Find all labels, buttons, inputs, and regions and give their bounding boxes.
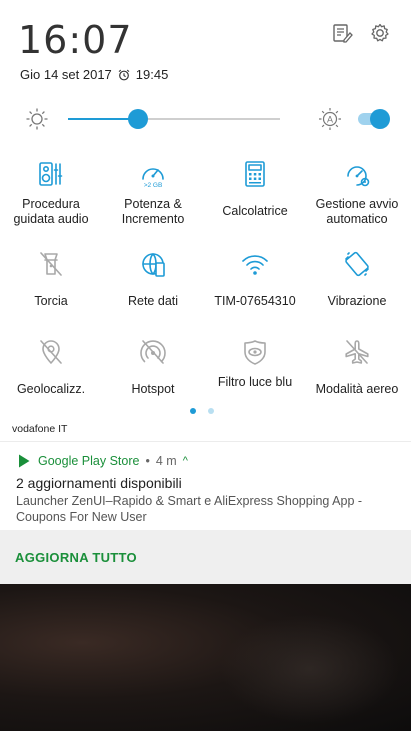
date-text[interactable]: Gio 14 set 2017 — [20, 67, 112, 82]
page-dot[interactable] — [190, 408, 196, 414]
audio-wizard-icon — [37, 160, 65, 188]
notification-header: Google Play Store • 4 m ^ — [16, 453, 188, 469]
tile-hotspot-off[interactable]: Hotspot — [102, 328, 204, 408]
tile-location-off[interactable]: Geolocalizz. — [0, 328, 102, 408]
expand-chevron-icon[interactable]: ^ — [183, 455, 188, 467]
page-indicator — [0, 406, 411, 416]
tile-wifi[interactable]: TIM-07654310 — [204, 240, 306, 320]
alarm-clock-icon — [118, 69, 130, 81]
notification-card[interactable]: Google Play Store • 4 m ^ 2 aggiornament… — [0, 441, 411, 529]
date-row: Gio 14 set 2017 19:45 — [20, 67, 168, 82]
tile-label: Geolocalizz. — [16, 382, 86, 396]
speedometer-boost-icon: >2 GB — [139, 160, 167, 188]
tile-mobile-data-globe[interactable]: Rete dati — [102, 240, 204, 320]
svg-text:A: A — [327, 115, 333, 125]
tile-flashlight-off[interactable]: Torcia — [0, 240, 102, 320]
carrier-label: vodafone IT — [12, 423, 68, 435]
tile-audio-wizard[interactable]: Procedura guidata audio — [0, 150, 102, 230]
tile-label: Hotspot — [131, 382, 175, 396]
notification-separator: • — [145, 454, 150, 468]
auto-brightness-toggle[interactable] — [356, 109, 390, 129]
tile-label: Rete dati — [127, 294, 179, 308]
tile-label: Modalità aereo — [315, 382, 399, 396]
tile-label: Procedura guidata audio — [13, 197, 89, 226]
tile-blue-light-filter[interactable]: Filtro luce blu — [204, 328, 306, 408]
vibrate-icon — [343, 250, 371, 278]
alarm-time[interactable]: 19:45 — [136, 67, 169, 82]
tile-vibrate[interactable]: Vibrazione — [306, 240, 408, 320]
tile-autostart-manager[interactable]: Gestione avvio automatico — [306, 150, 408, 230]
page-dot[interactable] — [208, 408, 214, 414]
flashlight-off-icon — [37, 250, 65, 278]
mobile-data-globe-icon — [139, 250, 167, 278]
tile-calculator[interactable]: Calcolatrice — [204, 150, 306, 230]
notification-app-name: Google Play Store — [38, 454, 140, 468]
tile-label: Calcolatrice — [222, 204, 288, 218]
tile-label: Torcia — [34, 294, 68, 308]
hotspot-off-icon — [139, 338, 167, 366]
notification-title: 2 aggiornamenti disponibili — [16, 475, 182, 491]
autostart-manager-icon — [343, 160, 371, 188]
calculator-icon — [241, 160, 269, 188]
blue-light-filter-icon — [241, 338, 269, 366]
clock[interactable]: 16:07 — [18, 18, 133, 62]
wallpaper-glow — [220, 614, 400, 724]
toggle-thumb — [370, 109, 390, 129]
svg-text:>2 GB: >2 GB — [144, 182, 163, 188]
notification-time: 4 m — [155, 454, 177, 468]
tile-label: Vibrazione — [327, 294, 387, 308]
location-off-icon — [37, 338, 65, 366]
status-header: 16:07 Gio 14 set 2017 19:45 — [0, 0, 411, 95]
tile-label: Gestione avvio automatico — [315, 197, 399, 226]
edit-notes-icon[interactable] — [331, 22, 353, 44]
airplane-mode-icon — [343, 338, 371, 366]
wifi-icon — [241, 250, 269, 278]
tile-label: Potenza & Incremento — [121, 197, 185, 226]
settings-gear-icon[interactable] — [369, 22, 391, 44]
notification-actions: AGGIORNA TUTTO — [0, 530, 411, 584]
tile-speedometer-boost[interactable]: >2 GB Potenza & Incremento — [102, 150, 204, 230]
tile-label: TIM-07654310 — [214, 294, 296, 308]
brightness-slider[interactable] — [68, 109, 280, 129]
brightness-sun-icon — [25, 107, 49, 131]
auto-brightness-icon[interactable]: A — [318, 107, 342, 131]
brightness-row: A — [0, 100, 411, 138]
wallpaper-backdrop — [0, 584, 411, 731]
tile-label: Filtro luce blu — [217, 375, 293, 389]
update-all-button[interactable]: AGGIORNA TUTTO — [15, 550, 137, 565]
brightness-slider-thumb[interactable] — [127, 109, 148, 129]
play-store-icon — [16, 453, 32, 469]
tile-airplane-mode[interactable]: Modalità aereo — [306, 328, 408, 408]
notification-body: Launcher ZenUI–Rapido & Smart e AliExpre… — [16, 494, 363, 524]
